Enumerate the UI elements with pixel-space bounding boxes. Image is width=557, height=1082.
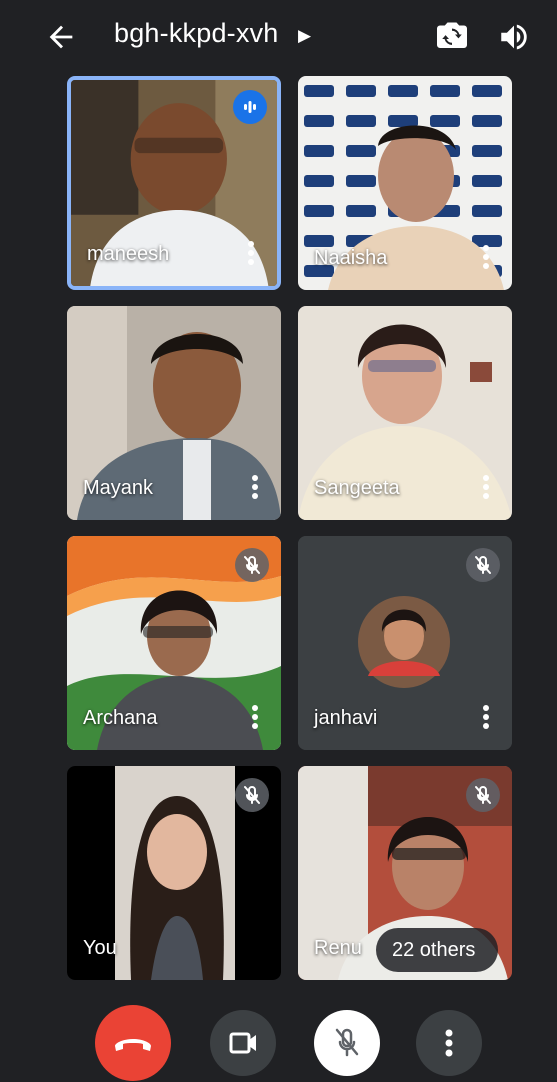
speaker-icon[interactable] (497, 20, 531, 54)
speaking-indicator-icon (233, 90, 267, 124)
participant-name: janhavi (314, 707, 378, 729)
participant-name: Naaisha (314, 247, 388, 269)
mic-off-icon (466, 778, 500, 812)
others-button[interactable]: 22 others (376, 928, 498, 972)
mic-off-icon (235, 548, 269, 582)
more-vert-icon[interactable] (247, 240, 255, 266)
participant-name: Sangeeta (314, 477, 400, 499)
videocam-icon (229, 1032, 256, 1054)
more-vert-icon (445, 1029, 453, 1057)
more-vert-icon[interactable] (251, 704, 259, 730)
top-bar: bgh-kkpd-xvh ▶ (0, 0, 557, 76)
more-vert-icon[interactable] (251, 474, 259, 500)
participant-tile[interactable]: janhavi (298, 536, 512, 750)
participant-tile[interactable]: maneesh (67, 76, 281, 290)
participant-tile[interactable]: Archana (67, 536, 281, 750)
participant-name: Mayank (83, 477, 154, 499)
participant-tile[interactable]: Sangeeta (298, 306, 512, 520)
switch-camera-icon[interactable] (434, 18, 470, 54)
others-label: 22 others (392, 939, 476, 961)
participant-tile-self[interactable]: You (67, 766, 281, 980)
mic-toggle-button[interactable] (314, 1010, 380, 1076)
more-vert-icon[interactable] (482, 704, 490, 730)
participant-tile[interactable]: Mayank (67, 306, 281, 520)
arrow-back-icon[interactable] (44, 20, 78, 54)
meeting-code[interactable]: bgh-kkpd-xvh (114, 18, 278, 49)
end-call-button[interactable] (95, 1005, 171, 1081)
more-options-button[interactable] (416, 1010, 482, 1076)
caret-right-icon[interactable]: ▶ (298, 26, 311, 46)
mic-off-icon (235, 778, 269, 812)
participant-tile[interactable]: Naaisha (298, 76, 512, 290)
camera-toggle-button[interactable] (210, 1010, 276, 1076)
more-vert-icon[interactable] (482, 474, 490, 500)
end-call-icon (115, 1039, 151, 1051)
mic-off-icon (466, 548, 500, 582)
participant-name: maneesh (87, 243, 170, 265)
participant-name: You (83, 937, 117, 959)
participant-name: Archana (83, 707, 158, 729)
participant-name: Renu (314, 937, 362, 959)
mic-off-icon (335, 1028, 359, 1057)
more-vert-icon[interactable] (482, 244, 490, 270)
